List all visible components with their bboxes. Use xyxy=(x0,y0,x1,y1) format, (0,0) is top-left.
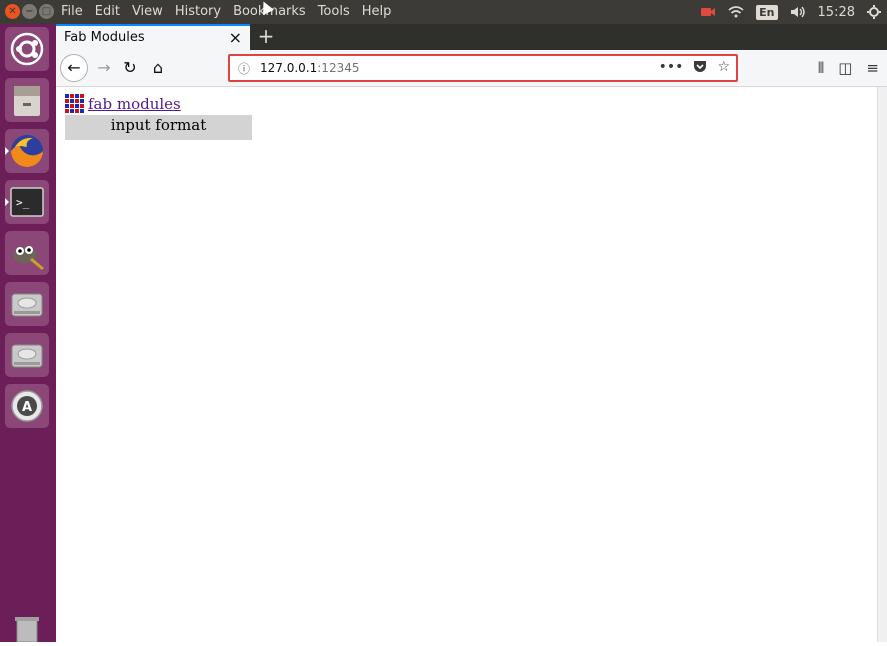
ubuntu-dash-icon[interactable] xyxy=(5,27,49,71)
menu-tools[interactable]: Tools xyxy=(318,0,356,24)
software-updater-icon[interactable]: A xyxy=(5,384,49,428)
bookmark-star-icon[interactable]: ☆ xyxy=(717,59,730,75)
sidebar-icon[interactable]: ◫ xyxy=(838,54,852,82)
window-minimize-button[interactable]: − xyxy=(22,4,37,19)
reload-button[interactable]: ↻ xyxy=(116,54,144,82)
terminal-icon[interactable]: >_ xyxy=(5,180,49,224)
tab-strip: Fab Modules × + xyxy=(56,24,887,50)
fab-modules-header: fab modules xyxy=(65,94,181,113)
fab-modules-link[interactable]: fab modules xyxy=(88,95,181,113)
window-maximize-button[interactable]: □ xyxy=(39,4,54,19)
wifi-icon[interactable] xyxy=(728,6,744,18)
url-text[interactable]: 127.0.0.1:12345 xyxy=(260,61,359,75)
tab-title: Fab Modules xyxy=(64,30,145,45)
pocket-icon[interactable] xyxy=(693,59,707,73)
library-icon[interactable]: ⫴ xyxy=(818,54,824,82)
menu-edit[interactable]: Edit xyxy=(95,0,126,24)
volume-icon[interactable] xyxy=(790,6,806,18)
menu-bookmarks[interactable]: Bookmarks xyxy=(233,0,312,24)
navigation-toolbar: ← → ↻ ⌂ ⓘ 127.0.0.1:12345 ••• ☆ ⫴ ◫ ≡ xyxy=(56,50,887,87)
hamburger-menu-icon[interactable]: ≡ xyxy=(866,54,879,82)
home-button[interactable]: ⌂ xyxy=(144,54,172,82)
settings-gear-icon[interactable] xyxy=(867,5,881,19)
fab-logo-icon xyxy=(65,94,84,113)
firefox-icon[interactable] xyxy=(5,129,61,173)
page-actions-icon[interactable]: ••• xyxy=(659,59,684,75)
menu-help[interactable]: Help xyxy=(362,0,398,24)
toolbar-right: ⫴ ◫ ≡ xyxy=(818,54,879,82)
svg-text:A: A xyxy=(22,400,32,415)
gimp-icon[interactable] xyxy=(5,231,49,275)
disk-drive-icon[interactable] xyxy=(5,333,49,377)
svg-text:>_: >_ xyxy=(16,196,30,209)
top-panel: ✕ − □ File Edit View History Bookmarks T… xyxy=(0,0,887,24)
menu-view[interactable]: View xyxy=(132,0,169,24)
files-icon[interactable] xyxy=(5,78,49,122)
launcher: >_ A xyxy=(0,24,61,643)
forward-button[interactable]: → xyxy=(90,54,118,82)
scrollbar[interactable] xyxy=(877,87,887,642)
url-actions: ••• ☆ xyxy=(659,59,730,75)
tab-close-icon[interactable]: × xyxy=(229,28,242,47)
new-tab-button[interactable]: + xyxy=(256,24,276,50)
clock[interactable]: 15:28 xyxy=(818,5,855,20)
tab-fab-modules[interactable]: Fab Modules × xyxy=(56,24,250,50)
video-recorder-icon[interactable] xyxy=(700,6,716,18)
back-button[interactable]: ← xyxy=(60,54,88,82)
menu-history[interactable]: History xyxy=(175,0,227,24)
disk-drive-icon[interactable] xyxy=(5,282,49,326)
menu-file[interactable]: File xyxy=(61,0,89,24)
keyboard-layout-indicator[interactable]: En xyxy=(756,4,778,20)
page-content: fab modules input format xyxy=(56,87,878,642)
address-bar[interactable]: ⓘ 127.0.0.1:12345 ••• ☆ xyxy=(228,54,738,82)
system-tray: En 15:28 xyxy=(700,0,887,24)
window-close-button[interactable]: ✕ xyxy=(5,4,20,19)
site-info-icon[interactable]: ⓘ xyxy=(238,60,250,77)
input-format-button[interactable]: input format xyxy=(65,115,252,140)
trash-icon[interactable] xyxy=(5,616,49,643)
app-menu: File Edit View History Bookmarks Tools H… xyxy=(61,0,403,24)
